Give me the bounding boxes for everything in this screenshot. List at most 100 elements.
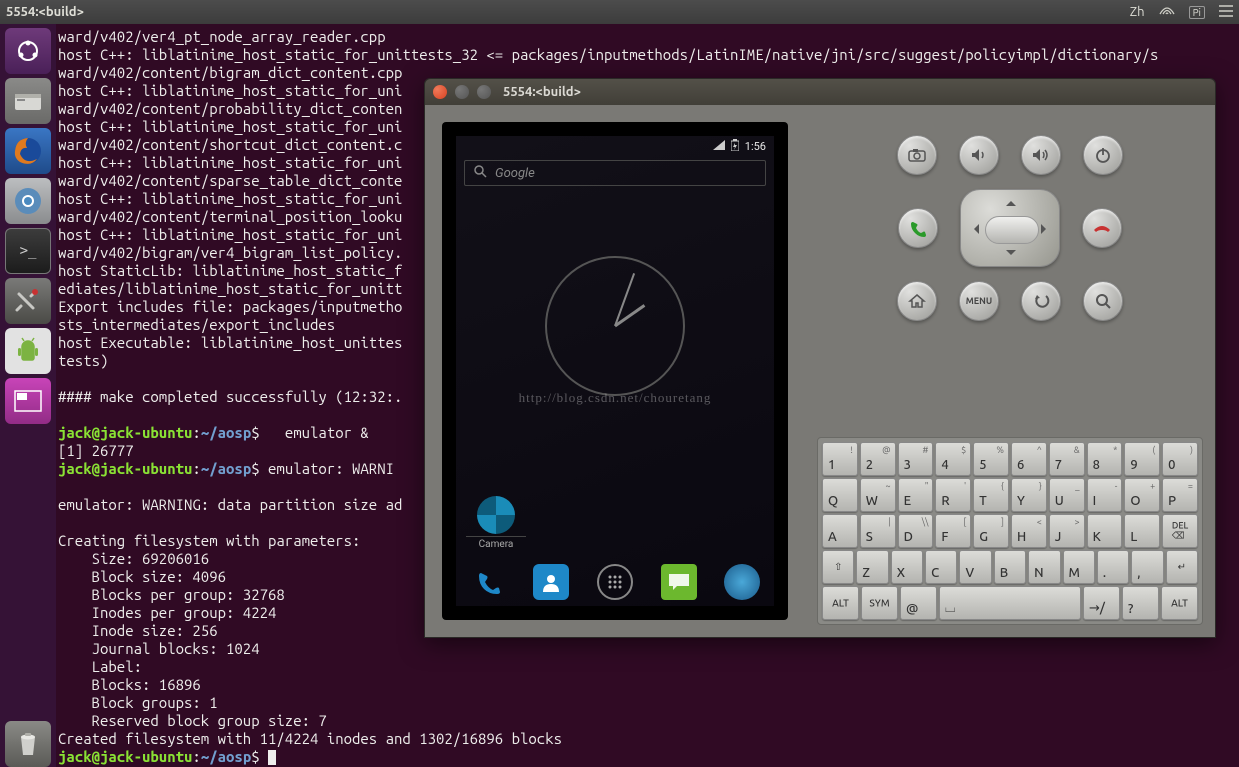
key-Q[interactable]: Q bbox=[822, 478, 858, 512]
chromium-icon[interactable] bbox=[5, 178, 51, 224]
key-Y[interactable]: Y} bbox=[1011, 478, 1047, 512]
key-T[interactable]: T{ bbox=[973, 478, 1009, 512]
key-0[interactable]: 0) bbox=[1162, 442, 1198, 476]
menu-button[interactable]: MENU bbox=[959, 281, 999, 321]
key-C[interactable]: C bbox=[925, 550, 957, 584]
key-H[interactable]: H< bbox=[1011, 514, 1047, 548]
analog-clock-widget[interactable] bbox=[545, 256, 685, 396]
input-method-indicator[interactable]: Zh bbox=[1130, 5, 1145, 19]
key-V[interactable]: V bbox=[959, 550, 991, 584]
key-I[interactable]: I- bbox=[1087, 478, 1123, 512]
emulator-titlebar[interactable]: 5554:<build> bbox=[425, 79, 1215, 105]
key-D[interactable]: D\\ bbox=[898, 514, 934, 548]
emulator-controls: MENU 1!2@3#4$5%6^7&8*9(0) QW~E"R'T{Y}U_I… bbox=[805, 105, 1215, 637]
key-ALT[interactable]: ALT bbox=[1161, 586, 1198, 620]
window-close-button[interactable] bbox=[433, 85, 447, 99]
browser-app-icon[interactable] bbox=[724, 564, 760, 600]
camera-icon bbox=[477, 496, 515, 534]
battery-icon bbox=[731, 139, 739, 154]
window-maximize-button[interactable] bbox=[477, 85, 491, 99]
phone-app-icon[interactable] bbox=[470, 564, 506, 600]
volume-up-button[interactable] bbox=[1021, 135, 1061, 175]
dpad[interactable] bbox=[960, 189, 1060, 267]
contacts-app-icon[interactable] bbox=[533, 564, 569, 600]
key-7[interactable]: 7& bbox=[1049, 442, 1085, 476]
key-→/[interactable]: →/ bbox=[1083, 586, 1120, 620]
key-2[interactable]: 2@ bbox=[860, 442, 896, 476]
pi-indicator[interactable]: Pi bbox=[1189, 6, 1205, 19]
key-N[interactable]: N bbox=[1028, 550, 1060, 584]
system-topbar: 5554:<build> Zh Pi bbox=[0, 0, 1239, 24]
key-J[interactable]: J> bbox=[1049, 514, 1085, 548]
google-search-box[interactable]: Google bbox=[464, 160, 766, 186]
active-window-title: 5554:<build> bbox=[6, 5, 84, 19]
key-4[interactable]: 4$ bbox=[935, 442, 971, 476]
dpad-up[interactable] bbox=[1006, 196, 1016, 206]
dpad-down[interactable] bbox=[1006, 250, 1016, 260]
key-R[interactable]: R' bbox=[935, 478, 971, 512]
key-space[interactable]: ⌴ bbox=[939, 586, 1081, 620]
key-E[interactable]: E" bbox=[898, 478, 934, 512]
key-ALT[interactable]: ALT bbox=[822, 586, 859, 620]
emulator-title: 5554:<build> bbox=[503, 85, 581, 99]
messaging-app-icon[interactable] bbox=[661, 564, 697, 600]
network-icon[interactable] bbox=[1159, 5, 1175, 20]
key-B[interactable]: B bbox=[994, 550, 1026, 584]
end-call-button[interactable] bbox=[1082, 208, 1122, 248]
menu-icon[interactable] bbox=[1219, 5, 1233, 20]
key-Z[interactable]: Z bbox=[856, 550, 888, 584]
search-icon bbox=[473, 164, 487, 182]
call-button[interactable] bbox=[898, 208, 938, 248]
key-X[interactable]: X bbox=[891, 550, 923, 584]
dash-icon[interactable] bbox=[5, 28, 51, 74]
back-button[interactable] bbox=[1021, 281, 1061, 321]
unity-launcher: >_ bbox=[0, 24, 56, 767]
window-minimize-button[interactable] bbox=[455, 85, 469, 99]
key-3[interactable]: 3# bbox=[898, 442, 934, 476]
workspace-icon[interactable] bbox=[5, 378, 51, 424]
key-9[interactable]: 9( bbox=[1124, 442, 1160, 476]
power-button[interactable] bbox=[1083, 135, 1123, 175]
dpad-right[interactable] bbox=[1041, 224, 1051, 234]
terminal-icon[interactable]: >_ bbox=[5, 228, 51, 274]
files-icon[interactable] bbox=[5, 78, 51, 124]
key-G[interactable]: G] bbox=[973, 514, 1009, 548]
key-,[interactable]: , bbox=[1131, 550, 1163, 584]
key-SYM[interactable]: SYM bbox=[861, 586, 898, 620]
phone-statusbar: 1:56 bbox=[456, 136, 774, 156]
camera-label: Camera bbox=[466, 536, 526, 550]
key-F[interactable]: F[ bbox=[935, 514, 971, 548]
volume-down-button[interactable] bbox=[959, 135, 999, 175]
key-A[interactable]: A bbox=[822, 514, 858, 548]
key-U[interactable]: U_ bbox=[1049, 478, 1085, 512]
key-1[interactable]: 1! bbox=[822, 442, 858, 476]
phone-frame: 1:56 Google http://blog.csdn.net/chouret… bbox=[442, 122, 788, 620]
key-DEL[interactable]: DEL⌫ bbox=[1162, 514, 1198, 548]
key-L[interactable]: L bbox=[1124, 514, 1160, 548]
camera-hw-button[interactable] bbox=[897, 135, 937, 175]
firefox-icon[interactable] bbox=[5, 128, 51, 174]
key-O[interactable]: O+ bbox=[1124, 478, 1160, 512]
key-6[interactable]: 6^ bbox=[1011, 442, 1047, 476]
key-8[interactable]: 8* bbox=[1087, 442, 1123, 476]
trash-icon[interactable] bbox=[5, 721, 51, 767]
key-M[interactable]: M bbox=[1063, 550, 1095, 584]
dpad-left[interactable] bbox=[969, 224, 979, 234]
search-button[interactable] bbox=[1083, 281, 1123, 321]
key-.[interactable]: . bbox=[1097, 550, 1129, 584]
key-K[interactable]: K bbox=[1087, 514, 1123, 548]
key-P[interactable]: P= bbox=[1162, 478, 1198, 512]
apps-drawer-icon[interactable] bbox=[597, 564, 633, 600]
key-S[interactable]: S| bbox=[860, 514, 896, 548]
key-⇧[interactable]: ⇧ bbox=[822, 550, 854, 584]
key-5[interactable]: 5% bbox=[973, 442, 1009, 476]
key-?[interactable]: ? bbox=[1122, 586, 1159, 620]
key-@[interactable]: @ bbox=[900, 586, 937, 620]
android-icon[interactable] bbox=[5, 328, 51, 374]
settings-icon[interactable] bbox=[5, 278, 51, 324]
home-button[interactable] bbox=[897, 281, 937, 321]
key-enter[interactable]: ↵ bbox=[1166, 550, 1198, 584]
key-W[interactable]: W~ bbox=[860, 478, 896, 512]
phone-screen[interactable]: 1:56 Google http://blog.csdn.net/chouret… bbox=[456, 136, 774, 606]
camera-shortcut[interactable]: Camera bbox=[466, 496, 526, 550]
